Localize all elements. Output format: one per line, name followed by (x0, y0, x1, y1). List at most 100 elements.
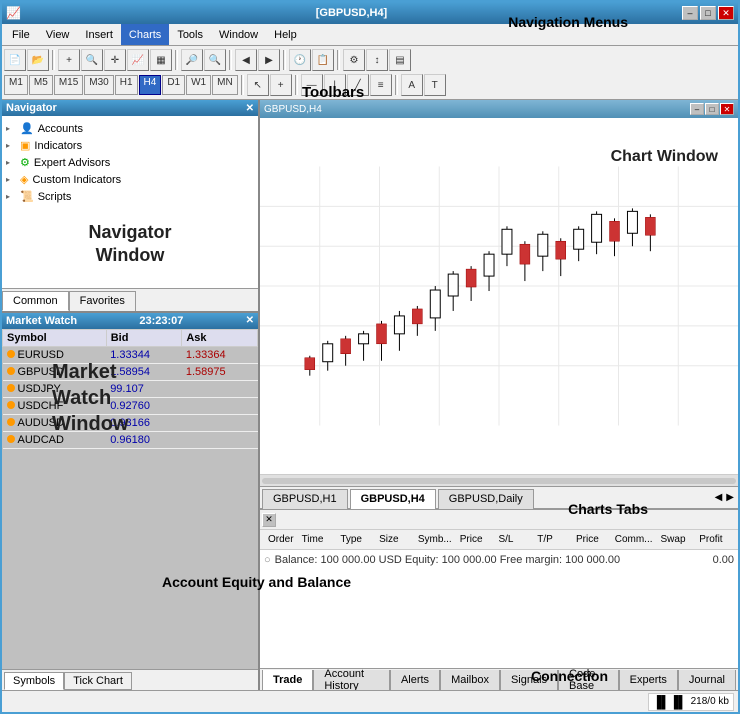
indicators-label: Indicators (34, 140, 82, 152)
tf-m15[interactable]: M15 (54, 75, 83, 95)
channel-btn[interactable]: ≡ (370, 74, 392, 96)
tf-m5[interactable]: M5 (29, 75, 53, 95)
mw-symbol-audcad: AUDCAD (3, 431, 107, 448)
bar-chart-btn[interactable]: ▦ (150, 49, 172, 71)
line-btn[interactable]: 📈 (127, 49, 149, 71)
minimize-button[interactable]: – (682, 6, 698, 20)
maximize-button[interactable]: □ (700, 6, 716, 20)
tf-h1[interactable]: H1 (115, 75, 138, 95)
magnify-btn[interactable]: 🔎 (181, 49, 203, 71)
terminal-tab-trade[interactable]: Trade (262, 670, 313, 690)
period-btn[interactable]: 🕐 (289, 49, 311, 71)
terminal-tab-journal[interactable]: Journal (678, 670, 736, 690)
options-btn[interactable]: ⚙ (343, 49, 365, 71)
terminal-tab-account[interactable]: Account History (313, 670, 390, 690)
nav-scripts[interactable]: ▸ 📜 Scripts (6, 188, 254, 205)
scroll-left-btn[interactable]: ◀ (235, 49, 257, 71)
magnify-out-btn[interactable]: 🔍 (204, 49, 226, 71)
mw-row-eurusd[interactable]: EURUSD 1.33344 1.33364 (3, 346, 258, 363)
col-comm[interactable]: Comm... (611, 534, 657, 545)
chart-minimize-btn[interactable]: – (690, 103, 704, 115)
mw-bid-usdjpy: 99.107 (106, 380, 182, 397)
sep4 (283, 50, 286, 70)
chart-tab-scroll-right[interactable]: ▶ (724, 490, 736, 505)
balance-text: Balance: 100 000.00 USD Equity: 100 000.… (275, 554, 621, 566)
chart-maximize-btn[interactable]: □ (705, 103, 719, 115)
mw-row-usdjpy[interactable]: USDJPY 99.107 (3, 380, 258, 397)
text-a-btn[interactable]: A (401, 74, 423, 96)
trend-btn[interactable]: ╱ (347, 74, 369, 96)
terminal-tab-alerts[interactable]: Alerts (390, 670, 440, 690)
mw-row-audusd[interactable]: AUDUSD 0.93166 (3, 414, 258, 431)
col-tp[interactable]: T/P (533, 534, 572, 545)
new-chart-btn[interactable]: 📄 (4, 49, 26, 71)
col-swap[interactable]: Swap (657, 534, 696, 545)
terminal-tab-codebase[interactable]: Code Base (558, 670, 619, 690)
chart-canvas: Chart Window (260, 118, 738, 474)
chart-tab-gbpusd-h1[interactable]: GBPUSD,H1 (262, 489, 348, 509)
tf-w1[interactable]: W1 (186, 75, 211, 95)
navigator-close-btn[interactable]: ✕ (246, 103, 254, 114)
market-watch-close-btn[interactable]: ✕ (246, 315, 254, 326)
tf-mn[interactable]: MN (212, 75, 238, 95)
col-sl[interactable]: S/L (494, 534, 533, 545)
tf-d1[interactable]: D1 (162, 75, 185, 95)
col-size[interactable]: Size (375, 534, 414, 545)
menu-file[interactable]: File (4, 24, 38, 45)
menu-bar: File View Insert Charts Tools Window Hel… (2, 24, 738, 46)
col-order[interactable]: Order (264, 534, 298, 545)
tf-h4[interactable]: H4 (139, 75, 162, 95)
h-line-btn[interactable]: — (301, 74, 323, 96)
nav-tab-common[interactable]: Common (2, 291, 69, 311)
chart-tab-scroll-left[interactable]: ◀ (713, 490, 725, 505)
nav-tab-favorites[interactable]: Favorites (69, 291, 136, 311)
terminal-close-btn[interactable]: ✕ (262, 513, 276, 527)
zoom-out-btn[interactable]: 🔍 (81, 49, 103, 71)
col-price2[interactable]: Price (572, 534, 611, 545)
menu-charts[interactable]: Charts (121, 24, 169, 45)
col-type[interactable]: Type (336, 534, 375, 545)
mw-tab-symbols[interactable]: Symbols (4, 672, 64, 690)
open-btn[interactable]: 📂 (27, 49, 49, 71)
terminal-tab-signals[interactable]: Signals (500, 670, 558, 690)
v-line-btn[interactable]: | (324, 74, 346, 96)
col-symbol[interactable]: Symb... (414, 534, 456, 545)
chart-scrollbar[interactable] (260, 474, 738, 486)
chart-tab-gbpusd-h4[interactable]: GBPUSD,H4 (350, 489, 436, 509)
col-price[interactable]: Price (456, 534, 495, 545)
col-time[interactable]: Time (298, 534, 337, 545)
tf-m30[interactable]: M30 (84, 75, 113, 95)
text-t-btn[interactable]: T (424, 74, 446, 96)
chart-close-btn[interactable]: ✕ (720, 103, 734, 115)
sep2 (175, 50, 178, 70)
mw-tab-tick-chart[interactable]: Tick Chart (64, 672, 132, 690)
mw-row-audcad[interactable]: AUDCAD 0.96180 (3, 431, 258, 448)
nav-expert-advisors[interactable]: ▸ ⚙ Expert Advisors (6, 154, 254, 171)
nav-custom-indicators[interactable]: ▸ ◈ Custom Indicators (6, 171, 254, 188)
mw-row-gbpusd[interactable]: GBPUSD 1.58954 1.58975 (3, 363, 258, 380)
zoom-in-btn[interactable]: + (58, 49, 80, 71)
menu-insert[interactable]: Insert (77, 24, 121, 45)
auto-btn[interactable]: ↕ (366, 49, 388, 71)
nav-accounts[interactable]: ▸ 👤 Accounts (6, 120, 254, 137)
menu-tools[interactable]: Tools (169, 24, 211, 45)
close-button[interactable]: ✕ (718, 6, 734, 20)
chart-svg (260, 118, 738, 474)
nav-indicators[interactable]: ▸ ▣ Indicators (6, 137, 254, 154)
menu-window[interactable]: Window (211, 24, 266, 45)
tf-m1[interactable]: M1 (4, 75, 28, 95)
crosshair-btn[interactable]: ✛ (104, 49, 126, 71)
scroll-right-btn[interactable]: ▶ (258, 49, 280, 71)
mw-row-usdchf[interactable]: USDCHF 0.92760 (3, 397, 258, 414)
terminal-tab-experts[interactable]: Experts (619, 670, 678, 690)
chart-tab-gbpusd-daily[interactable]: GBPUSD,Daily (438, 489, 534, 509)
crosshair2-btn[interactable]: + (270, 74, 292, 96)
terminal-tab-mailbox[interactable]: Mailbox (440, 670, 500, 690)
col-profit[interactable]: Profit (695, 534, 734, 545)
template-btn[interactable]: 📋 (312, 49, 334, 71)
grid-btn[interactable]: ▤ (389, 49, 411, 71)
menu-view[interactable]: View (38, 24, 78, 45)
chart-window-annotation: Chart Window (611, 148, 718, 166)
menu-help[interactable]: Help (266, 24, 305, 45)
cursor-btn[interactable]: ↖ (247, 74, 269, 96)
